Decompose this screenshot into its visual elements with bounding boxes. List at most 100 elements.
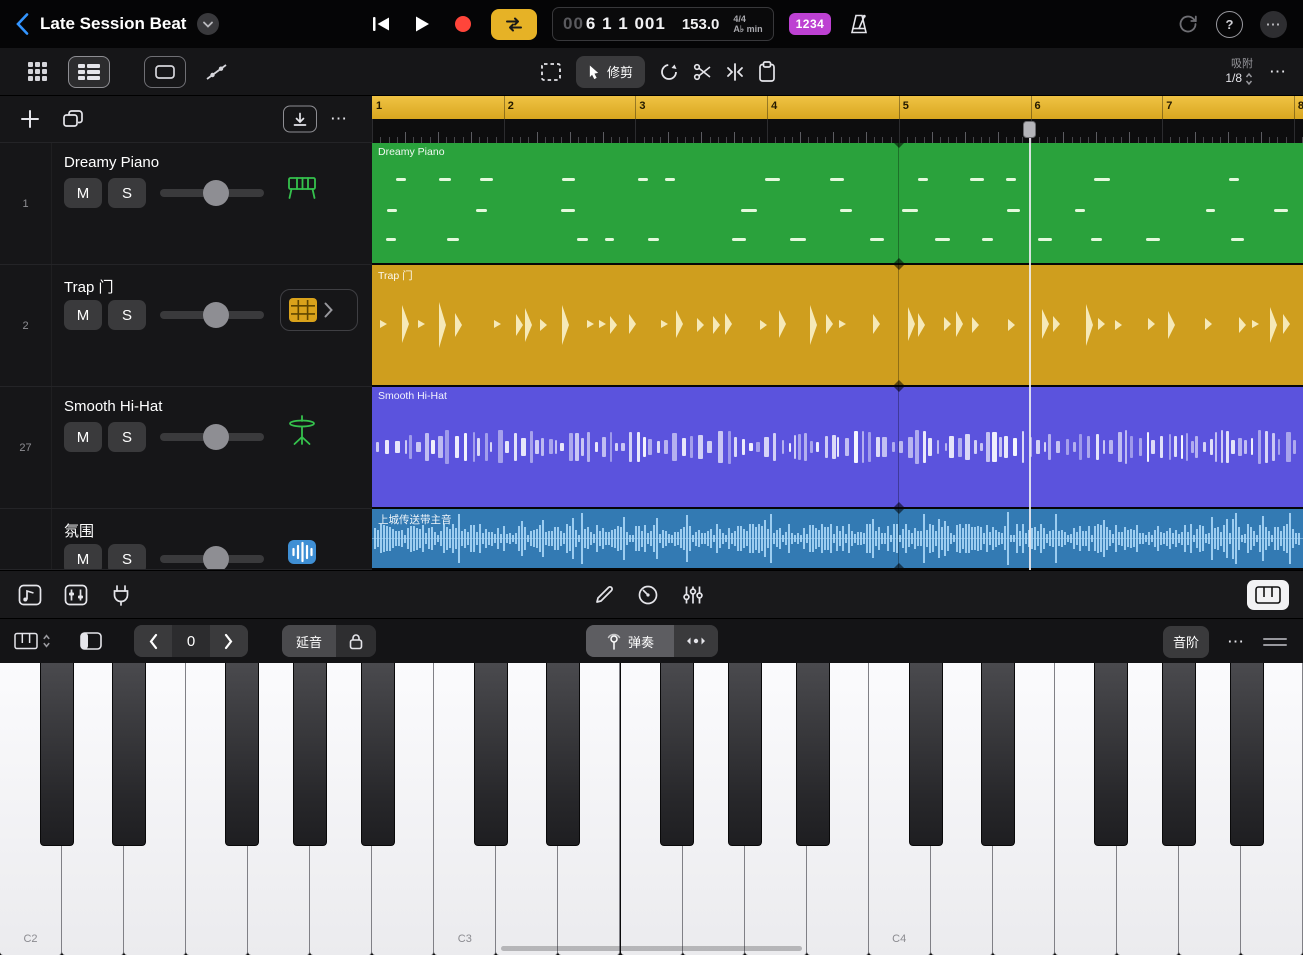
piano-key-black[interactable]	[1230, 663, 1264, 846]
piano-key-black[interactable]	[361, 663, 395, 846]
track-header-more-button[interactable]: ⋯	[330, 109, 348, 129]
trim-tool-button[interactable]: 修剪	[576, 56, 645, 88]
slider-knob[interactable]	[203, 424, 229, 450]
sustain-lock-button[interactable]	[336, 625, 376, 657]
volume-slider[interactable]	[160, 302, 264, 328]
more-button[interactable]: ⋯	[1260, 11, 1287, 38]
track-header[interactable]: 氛围MS	[0, 509, 372, 570]
project-title[interactable]: Late Session Beat	[40, 14, 186, 34]
count-in-button[interactable]: 1234	[789, 13, 832, 35]
piano-key-black[interactable]	[660, 663, 694, 846]
plugins-button[interactable]	[110, 584, 132, 606]
snap-control[interactable]: 吸附 1/8	[1225, 57, 1253, 87]
solo-button[interactable]: S	[108, 544, 146, 570]
piano-key-black[interactable]	[1162, 663, 1196, 846]
project-menu-button[interactable]	[197, 13, 219, 35]
solo-button[interactable]: S	[108, 300, 146, 330]
cycle-button[interactable]	[491, 9, 537, 40]
region[interactable]: Dreamy Piano	[372, 143, 1303, 263]
toolbar-more-button[interactable]: ⋯	[1269, 62, 1287, 82]
hit-bar	[1022, 431, 1024, 464]
track-disclosure-button[interactable]	[280, 289, 358, 331]
view-tracks-button[interactable]	[68, 56, 110, 88]
ruler-bar-line	[1294, 96, 1295, 119]
browser-button[interactable]	[18, 584, 42, 606]
view-cell-button[interactable]	[144, 56, 186, 88]
import-button[interactable]	[283, 106, 317, 133]
slider-knob[interactable]	[203, 302, 229, 328]
octave-up-button[interactable]	[210, 625, 248, 657]
play-button[interactable]	[409, 9, 435, 39]
slider-knob[interactable]	[203, 546, 229, 570]
sustain-button[interactable]: 延音	[282, 625, 336, 657]
panel-toggle-button[interactable]	[80, 632, 102, 650]
ruler-tick	[1063, 132, 1064, 143]
marquee-tool-button[interactable]	[540, 62, 562, 82]
track-header[interactable]: 1Dreamy PianoMS	[0, 143, 372, 265]
keyboard-more-button[interactable]: ⋯	[1227, 632, 1245, 652]
audio-wave-icon[interactable]	[284, 535, 320, 569]
piano-key-black[interactable]	[225, 663, 259, 846]
piano-key-black[interactable]	[474, 663, 508, 846]
ruler[interactable]: 12345678	[372, 96, 1303, 143]
piano-key-black[interactable]	[909, 663, 943, 846]
view-grid-button[interactable]	[16, 56, 58, 88]
piano-key-black[interactable]	[728, 663, 762, 846]
view-automation-button[interactable]	[196, 56, 238, 88]
piano-key-black[interactable]	[112, 663, 146, 846]
piano-key-black[interactable]	[546, 663, 580, 846]
volume-slider[interactable]	[160, 546, 264, 570]
piano-key-black[interactable]	[981, 663, 1015, 846]
mixer-button[interactable]	[64, 584, 88, 606]
volume-slider[interactable]	[160, 180, 264, 206]
piano-key-black[interactable]	[293, 663, 327, 846]
mute-button[interactable]: M	[64, 178, 102, 208]
solo-button[interactable]: S	[108, 178, 146, 208]
help-button[interactable]: ?	[1216, 11, 1243, 38]
octave-down-button[interactable]	[134, 625, 172, 657]
back-icon[interactable]	[16, 13, 29, 35]
keyboard-drag-handle[interactable]	[1263, 637, 1287, 647]
track-header[interactable]: 2Trap 门MS	[0, 265, 372, 387]
play-mode-button[interactable]: 弹奏	[586, 625, 674, 657]
go-to-beginning-button[interactable]	[368, 9, 394, 39]
join-tool-button[interactable]	[726, 62, 744, 82]
waveform-bar	[611, 530, 613, 547]
record-button[interactable]	[450, 9, 476, 39]
draw-button[interactable]	[594, 585, 614, 605]
waveform-bar	[1115, 525, 1117, 552]
slider-knob[interactable]	[203, 180, 229, 206]
track-stack-button[interactable]	[62, 109, 84, 129]
glide-mode-button[interactable]	[674, 625, 718, 657]
region[interactable]: Smooth Hi-Hat	[372, 387, 1303, 507]
piano-key-black[interactable]	[1094, 663, 1128, 846]
piano-keyboard[interactable]: C2C3C4	[0, 663, 1303, 955]
waveform-bar	[1004, 526, 1006, 550]
split-tool-button[interactable]	[693, 63, 712, 81]
solo-button[interactable]: S	[108, 422, 146, 452]
volume-slider[interactable]	[160, 424, 264, 450]
region[interactable]: 上城传送带主音	[372, 509, 1303, 568]
cycle-range[interactable]: 12345678	[372, 96, 1303, 119]
surface-picker-button[interactable]	[14, 633, 51, 650]
mute-button[interactable]: M	[64, 422, 102, 452]
region[interactable]: Trap 门	[372, 265, 1303, 385]
playhead-handle[interactable]	[1023, 121, 1036, 138]
hihat-icon[interactable]	[284, 413, 320, 447]
paste-button[interactable]	[758, 61, 776, 83]
keyboard-toggle-button[interactable]	[1247, 580, 1289, 610]
metronome-button[interactable]	[846, 9, 872, 39]
add-track-button[interactable]	[20, 109, 40, 129]
mute-button[interactable]: M	[64, 544, 102, 570]
tuner-button[interactable]	[637, 584, 659, 606]
mute-button[interactable]: M	[64, 300, 102, 330]
piano-icon[interactable]	[284, 169, 320, 203]
history-button[interactable]	[1177, 13, 1199, 35]
piano-key-black[interactable]	[796, 663, 830, 846]
track-header[interactable]: 27Smooth Hi-HatMS	[0, 387, 372, 509]
piano-key-black[interactable]	[40, 663, 74, 846]
loop-tool-button[interactable]	[659, 62, 679, 82]
lcd-display[interactable]: 00 6 1 1 001 153.0 4/4 A♭ min	[552, 7, 774, 41]
levels-button[interactable]	[682, 584, 704, 606]
scale-button[interactable]: 音阶	[1163, 626, 1209, 658]
